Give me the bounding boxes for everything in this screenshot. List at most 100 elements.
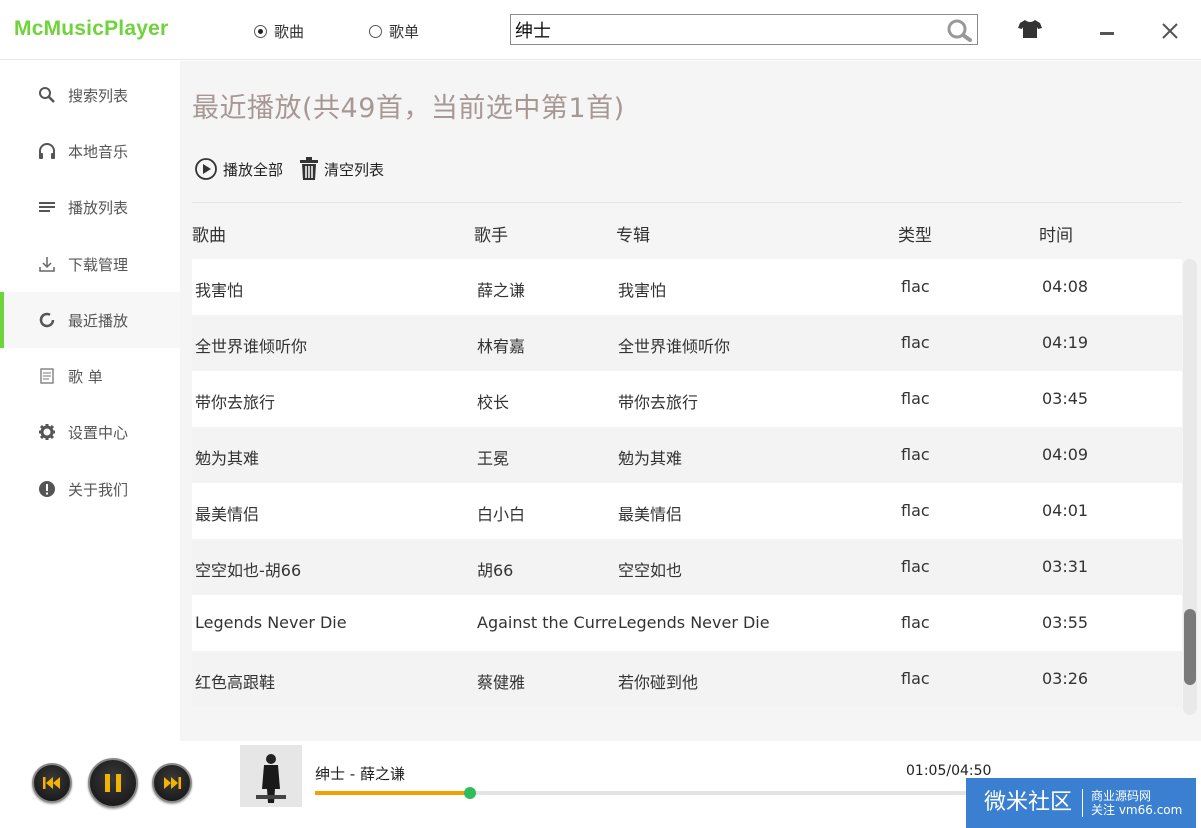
radio-playlist[interactable]: 歌单 [369,21,419,42]
previous-icon [43,777,60,789]
clear-list-label: 清空列表 [324,160,385,179]
info-icon [39,481,55,497]
cell-type: flac [901,501,930,520]
cell-artist: 蔡健雅 [477,673,526,692]
pause-button[interactable] [88,758,138,808]
sidebar-item-download[interactable]: 下载管理 [0,236,180,292]
table-row[interactable]: Legends Never Die Against the Curre Lege… [192,595,1182,651]
watermark-subtitle: 商业源码网 关注 vm66.com [1083,789,1182,817]
column-type: 类型 [898,226,932,246]
cell-type: flac [901,333,930,352]
sidebar: 搜索列表 本地音乐 播放列表 下载管理 最近播放 歌 单 设置中心 关于我们 [0,61,180,741]
cell-artist: 薛之谦 [477,281,526,300]
sidebar-item-label: 最近播放 [68,311,129,330]
close-icon[interactable] [1161,22,1179,40]
cell-type: flac [901,557,930,576]
column-song: 歌曲 [192,226,226,246]
cell-time: 03:45 [1042,389,1089,408]
song-table: 我害怕 薛之谦 我害怕 flac 04:08 全世界谁倾听你 林宥嘉 全世界谁倾… [192,259,1182,709]
progress-knob[interactable] [464,787,477,799]
search-icon[interactable] [945,18,973,42]
header: McMusicPlayer 歌曲 歌单 [0,0,1201,60]
cell-type: flac [901,613,930,632]
table-scrollbar[interactable] [1183,259,1197,715]
sidebar-item-label: 设置中心 [68,423,129,442]
cell-song: 勉为其难 [195,449,260,468]
radio-song-indicator[interactable] [254,25,267,38]
skin-shirt-icon[interactable] [1018,19,1042,39]
play-all-label: 播放全部 [223,160,284,179]
cell-artist: 胡66 [477,561,514,580]
clear-list-button[interactable]: 清空列表 [299,157,384,181]
now-playing-title: 绅士 - 薛之谦 [315,765,405,783]
sidebar-item-local-music[interactable]: 本地音乐 [0,123,180,179]
cell-song: 最美情侣 [195,505,260,524]
cell-type: flac [901,389,930,408]
cell-song: 空空如也-胡66 [195,561,302,580]
cell-album: 最美情侣 [618,505,683,524]
cell-artist: Against the Curre [477,613,616,632]
cell-time: 03:55 [1042,613,1089,632]
sidebar-item-recent[interactable]: 最近播放 [0,292,180,348]
scrollbar-thumb[interactable] [1184,609,1196,685]
watermark-title: 微米社区 [966,789,1084,817]
cell-type: flac [901,669,930,688]
column-album: 专辑 [616,226,650,246]
table-header: 歌曲 歌手 专辑 类型 时间 [192,211,1182,251]
cell-time: 04:19 [1042,333,1089,352]
search-box [510,14,978,45]
table-row[interactable]: 我害怕 薛之谦 我害怕 flac 04:08 [192,259,1182,315]
progress-bar[interactable] [315,787,995,799]
cell-time: 04:01 [1042,501,1089,520]
cell-album: Legends Never Die [618,613,770,632]
previous-button[interactable] [32,763,72,803]
table-row[interactable]: 红色高跟鞋 蔡健雅 若你碰到他 flac 03:26 [192,651,1182,707]
trash-icon [300,157,318,180]
sidebar-item-song-list[interactable]: 歌 单 [0,348,180,404]
album-cover[interactable] [240,745,302,807]
page-title: 最近播放(共49首，当前选中第1首) [192,93,625,124]
gear-icon [39,424,55,440]
playlist-icon [40,368,54,384]
watermark-line2: 关注 vm66.com [1091,803,1183,817]
next-button[interactable] [152,763,192,803]
sidebar-item-settings[interactable]: 设置中心 [0,404,180,460]
progress-fill [315,791,471,795]
column-time: 时间 [1039,226,1073,246]
cell-song: Legends Never Die [195,613,347,632]
cell-song: 红色高跟鞋 [195,673,276,692]
sidebar-item-about[interactable]: 关于我们 [0,461,180,517]
cell-type: flac [901,445,930,464]
cell-artist: 白小白 [477,505,526,524]
table-row[interactable]: 最美情侣 白小白 最美情侣 flac 04:01 [192,483,1182,539]
sidebar-item-playlist[interactable]: 播放列表 [0,179,180,235]
cell-album: 空空如也 [618,561,683,580]
cell-type: flac [901,277,930,296]
radio-song[interactable]: 歌曲 [254,21,304,42]
main-panel: 最近播放(共49首，当前选中第1首) 播放全部 清空列表 歌曲 歌手 专辑 类型… [180,61,1201,741]
table-row[interactable]: 全世界谁倾听你 林宥嘉 全世界谁倾听你 flac 04:19 [192,315,1182,371]
cell-song: 我害怕 [195,281,244,300]
cell-album: 勉为其难 [618,449,683,468]
cell-artist: 王冕 [477,449,510,468]
next-icon [164,777,181,789]
table-row[interactable]: 勉为其难 王冕 勉为其难 flac 04:09 [192,427,1182,483]
divider [192,202,1182,203]
cell-song: 全世界谁倾听你 [195,337,308,356]
recent-icon [39,312,55,328]
search-input[interactable] [511,15,931,44]
cell-time: 04:09 [1042,445,1089,464]
cell-artist: 林宥嘉 [477,337,526,356]
table-row[interactable]: 带你去旅行 校长 带你去旅行 flac 03:45 [192,371,1182,427]
radio-playlist-indicator[interactable] [369,25,382,38]
sidebar-item-label: 关于我们 [68,480,129,499]
cell-time: 03:26 [1042,669,1089,688]
play-all-button[interactable]: 播放全部 [194,157,283,181]
table-row[interactable]: 空空如也-胡66 胡66 空空如也 flac 03:31 [192,539,1182,595]
watermark: 微米社区 商业源码网 关注 vm66.com [966,778,1196,828]
album-cover-image [240,745,302,807]
sidebar-item-search-list[interactable]: 搜索列表 [0,67,180,123]
minimize-button[interactable] [1100,32,1114,35]
app-logo: McMusicPlayer [14,17,169,40]
pause-icon [105,774,121,792]
